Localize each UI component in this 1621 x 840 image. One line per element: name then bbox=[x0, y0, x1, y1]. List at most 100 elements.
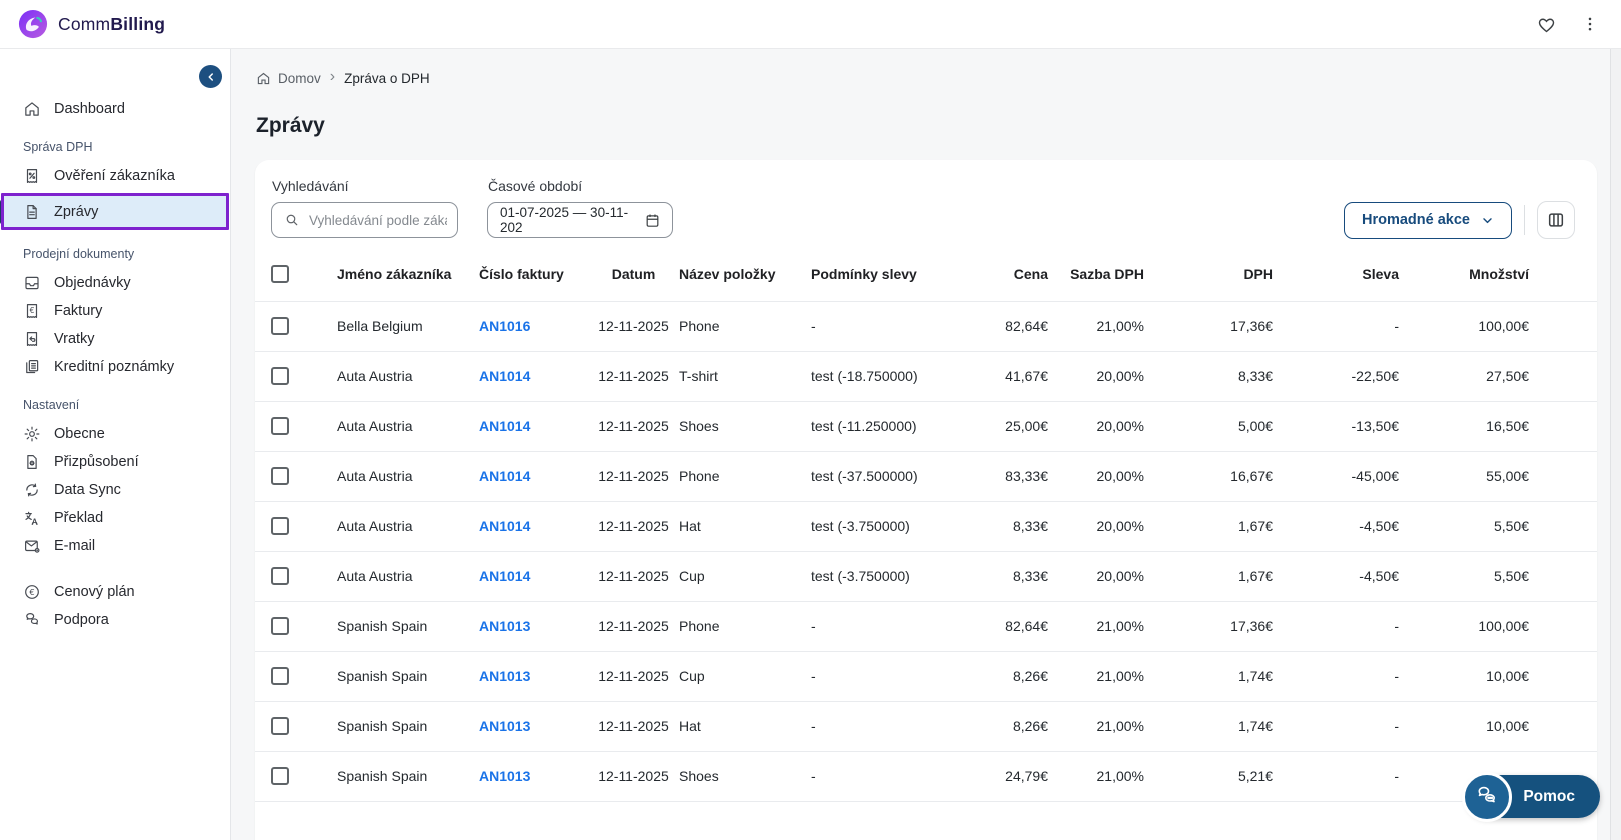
sidebar-item-zpravy[interactable]: Zprávy bbox=[1, 193, 229, 230]
cell-vat: 17,36€ bbox=[1144, 301, 1273, 352]
cell-invoice: AN1014 bbox=[479, 501, 588, 552]
row-checkbox[interactable] bbox=[271, 417, 289, 436]
invoice-link[interactable]: AN1014 bbox=[479, 418, 530, 434]
sidebar-item-objednavky[interactable]: Objednávky bbox=[0, 269, 230, 297]
sidebar-item-overeni-zakaznika[interactable]: Ověření zákazníka bbox=[0, 162, 230, 190]
vat-report-table: Jméno zákazníka Číslo faktury Datum Název p… bbox=[255, 248, 1597, 802]
column-settings-button[interactable] bbox=[1537, 201, 1575, 239]
bulk-actions-button[interactable]: Hromadné akce bbox=[1344, 201, 1512, 239]
cell-price: 24,79€ bbox=[979, 751, 1048, 802]
cell-date: 12-11-2025 bbox=[588, 351, 679, 402]
vertical-scrollbar[interactable] bbox=[1610, 49, 1621, 840]
cell-price: 25,00€ bbox=[979, 401, 1048, 452]
file-gear-icon bbox=[23, 453, 41, 471]
sidebar: Dashboard Správa DPH Ověření zákazníka Zprá… bbox=[0, 49, 231, 840]
row-checkbox[interactable] bbox=[271, 317, 289, 336]
invoice-link[interactable]: AN1013 bbox=[479, 668, 530, 684]
app-logo[interactable]: CommBilling bbox=[18, 9, 165, 39]
cell-customer: Spanish Spain bbox=[337, 751, 479, 802]
sidebar-item-vratky[interactable]: Vratky bbox=[0, 325, 230, 353]
sidebar-nav: Dashboard Správa DPH Ověření zákazníka Zprá… bbox=[0, 49, 230, 634]
sidebar-item-label: Kreditní poznámky bbox=[54, 359, 175, 375]
cell-amount: 100,00€ bbox=[1399, 301, 1597, 352]
column-header-discount: Sleva bbox=[1273, 248, 1399, 302]
kebab-menu-icon[interactable] bbox=[1581, 14, 1599, 34]
sidebar-item-label: Přizpůsobení bbox=[54, 454, 139, 470]
date-range-input[interactable]: 01-07-2025 — 30-11-202 bbox=[487, 202, 673, 238]
help-button-label: Pomoc bbox=[1523, 787, 1575, 805]
cell-vat_rate: 21,00% bbox=[1048, 651, 1144, 702]
cell-terms: test (-3.750000) bbox=[811, 501, 979, 552]
heart-icon[interactable] bbox=[1536, 14, 1557, 35]
sidebar-item-cenovy-plan[interactable]: € Cenový plán bbox=[0, 578, 230, 606]
cell-date: 12-11-2025 bbox=[588, 551, 679, 602]
row-checkbox[interactable] bbox=[271, 717, 289, 736]
cell-item: Phone bbox=[679, 301, 811, 352]
row-checkbox[interactable] bbox=[271, 767, 289, 786]
invoice-link[interactable]: AN1016 bbox=[479, 318, 530, 334]
table-row: Spanish Spain AN1013 12-11-2025 Cup -8,26€ 21… bbox=[255, 651, 1597, 702]
invoice-link[interactable]: AN1014 bbox=[479, 518, 530, 534]
row-checkbox[interactable] bbox=[271, 517, 289, 536]
sidebar-collapse-button[interactable] bbox=[199, 65, 222, 88]
cell-discount: - bbox=[1273, 701, 1399, 752]
invoice-link[interactable]: AN1013 bbox=[479, 618, 530, 634]
invoice-link[interactable]: AN1014 bbox=[479, 468, 530, 484]
invoice-link[interactable]: AN1013 bbox=[479, 718, 530, 734]
invoice-link[interactable]: AN1014 bbox=[479, 568, 530, 584]
breadcrumb-home-link[interactable]: Domov bbox=[256, 71, 321, 86]
cell-terms: test (-11.250000) bbox=[811, 401, 979, 452]
cell-customer: Auta Austria bbox=[337, 351, 479, 402]
row-checkbox[interactable] bbox=[271, 467, 289, 486]
sidebar-item-data-sync[interactable]: Data Sync bbox=[0, 476, 230, 504]
sidebar-item-preklad[interactable]: A Překlad bbox=[0, 504, 230, 532]
cell-item: Hat bbox=[679, 701, 811, 752]
cell-discount: - bbox=[1273, 751, 1399, 802]
cell-date: 12-11-2025 bbox=[588, 301, 679, 352]
chevron-down-icon bbox=[1481, 214, 1494, 227]
cell-discount: - bbox=[1273, 651, 1399, 702]
cell-vat: 16,67€ bbox=[1144, 451, 1273, 502]
breadcrumb: Domov › Zpráva o DPH bbox=[231, 49, 1621, 87]
cell-customer: Auta Austria bbox=[337, 401, 479, 452]
search-filter-group: Vyhledávání Vyhledávání podle zákaz bbox=[271, 177, 458, 238]
row-checkbox[interactable] bbox=[271, 617, 289, 636]
cell-vat: 17,36€ bbox=[1144, 601, 1273, 652]
invoice-link[interactable]: AN1014 bbox=[479, 368, 530, 384]
cell-customer: Auta Austria bbox=[337, 501, 479, 552]
breadcrumb-home-label: Domov bbox=[278, 70, 321, 86]
invoice-link[interactable]: AN1013 bbox=[479, 768, 530, 784]
chat-bubbles-icon bbox=[23, 611, 41, 629]
sidebar-item-obecne[interactable]: Obecne bbox=[0, 420, 230, 448]
column-header-invoice: Číslo faktury bbox=[479, 248, 588, 302]
cell-discount: -4,50€ bbox=[1273, 501, 1399, 552]
sidebar-item-e-mail[interactable]: E-mail bbox=[0, 532, 230, 560]
row-checkbox[interactable] bbox=[271, 367, 289, 386]
cell-vat: 5,21€ bbox=[1144, 751, 1273, 802]
sidebar-group: Nastavení Obecne Přizpůsobení Data Sync A Pře… bbox=[0, 398, 230, 560]
sidebar-item-podpora[interactable]: Podpora bbox=[0, 606, 230, 634]
row-checkbox[interactable] bbox=[271, 667, 289, 686]
row-checkbox[interactable] bbox=[271, 567, 289, 586]
report-card: Vyhledávání Vyhledávání podle zákaz Časo… bbox=[255, 160, 1597, 840]
sidebar-item-prizpusobeni[interactable]: Přizpůsobení bbox=[0, 448, 230, 476]
cell-invoice: AN1014 bbox=[479, 551, 588, 602]
column-header-vat_rate: Sazba DPH bbox=[1048, 248, 1144, 302]
cell-vat_rate: 20,00% bbox=[1048, 451, 1144, 502]
search-placeholder: Vyhledávání podle zákaz bbox=[309, 212, 447, 228]
sidebar-item-kreditni-poznamky[interactable]: Kreditní poznámky bbox=[0, 353, 230, 381]
cell-terms: - bbox=[811, 601, 979, 652]
cell-item: Shoes bbox=[679, 751, 811, 802]
sidebar-item-dashboard[interactable]: Dashboard bbox=[0, 95, 230, 123]
cell-vat: 1,67€ bbox=[1144, 501, 1273, 552]
sidebar-item-label: Faktury bbox=[54, 303, 103, 319]
select-all-checkbox[interactable] bbox=[271, 265, 289, 284]
help-button[interactable]: Pomoc bbox=[1462, 771, 1600, 822]
search-input[interactable]: Vyhledávání podle zákaz bbox=[271, 202, 458, 238]
cell-vat_rate: 20,00% bbox=[1048, 501, 1144, 552]
sidebar-item-faktury[interactable]: € Faktury bbox=[0, 297, 230, 325]
sidebar-item-label: Objednávky bbox=[54, 275, 131, 291]
main-content: Domov › Zpráva o DPH Zprávy Vyhledávání … bbox=[231, 49, 1621, 840]
sidebar-item-label: Dashboard bbox=[54, 101, 125, 117]
sync-icon bbox=[23, 481, 41, 499]
